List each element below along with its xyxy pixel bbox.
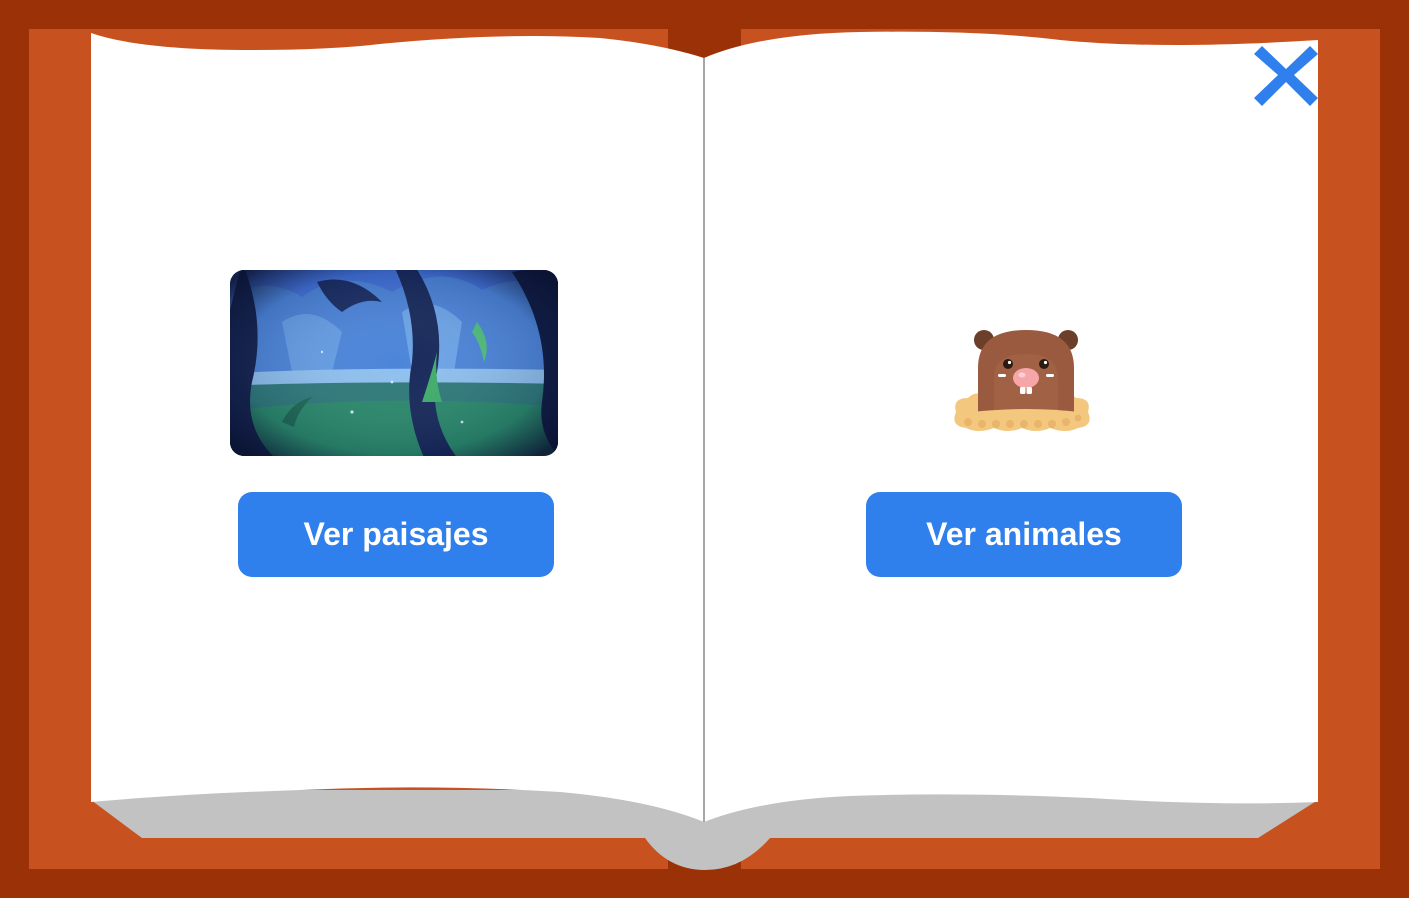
view-animals-button[interactable]: Ver animales	[866, 492, 1182, 577]
mole-in-hole-icon[interactable]	[946, 326, 1098, 436]
close-x-icon[interactable]	[1252, 42, 1320, 108]
open-book	[29, 29, 1380, 870]
picture-book-menu: Ver paisajes Ver animales	[0, 0, 1409, 898]
night-forest-landscape-icon[interactable]	[222, 262, 566, 464]
view-landscapes-button[interactable]: Ver paisajes	[238, 492, 554, 577]
